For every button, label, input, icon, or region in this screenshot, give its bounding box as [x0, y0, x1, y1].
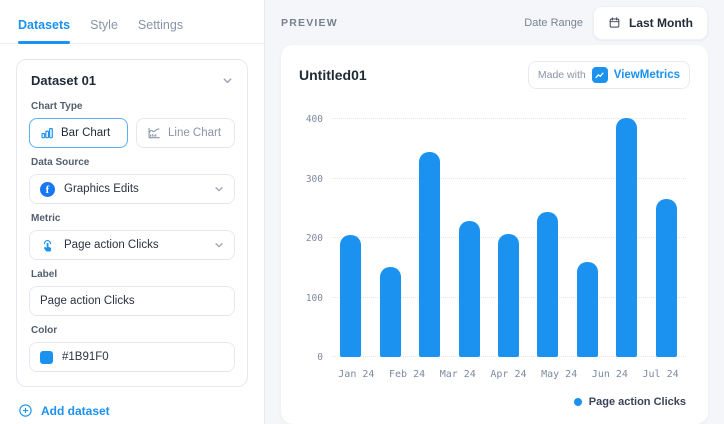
preview-header: PREVIEW Date Range Last Month [281, 0, 708, 45]
tap-click-icon [40, 238, 55, 253]
bar[interactable] [498, 234, 519, 357]
line-chart-button[interactable]: Line Chart [136, 118, 235, 148]
x-axis-tick: May 24 [541, 369, 577, 380]
bars-container [331, 119, 686, 357]
x-axis-tick: Feb 24 [389, 369, 425, 380]
label-input[interactable] [40, 295, 224, 307]
color-field-wrap [29, 342, 235, 372]
chart-type-row: Bar Chart Line Chart [29, 118, 235, 148]
metric-value: Page action Clicks [64, 239, 159, 251]
bar[interactable] [577, 262, 598, 357]
facebook-icon [40, 182, 55, 197]
preview-title: PREVIEW [281, 17, 338, 29]
color-field-label: Color [31, 325, 233, 336]
preview-panel: PREVIEW Date Range Last Month Untitled01… [264, 0, 724, 424]
plot-area: 0100200300400 [331, 119, 686, 357]
tab-datasets[interactable]: Datasets [18, 18, 70, 43]
x-axis-tick: Apr 24 [490, 369, 526, 380]
chart-legend[interactable]: Page action Clicks [299, 396, 686, 408]
color-swatch[interactable] [40, 351, 53, 364]
chart-type-label: Chart Type [31, 101, 233, 112]
bar-chart-icon [40, 126, 54, 140]
made-with-badge[interactable]: Made with ViewMetrics [528, 61, 690, 89]
config-sidebar: Datasets Style Settings Dataset 01 Chart… [0, 0, 264, 424]
y-axis-tick: 400 [299, 114, 323, 125]
y-axis-tick: 0 [299, 352, 323, 363]
plus-circle-icon [18, 403, 33, 418]
y-axis-tick: 300 [299, 174, 323, 185]
date-range-button[interactable]: Last Month [593, 6, 708, 40]
label-field-label: Label [31, 269, 233, 280]
bar[interactable] [656, 199, 677, 357]
date-range-value: Last Month [629, 16, 693, 30]
badge-prefix: Made with [538, 69, 586, 81]
bar[interactable] [380, 267, 401, 357]
bar[interactable] [616, 118, 637, 357]
metric-select[interactable]: Page action Clicks [29, 230, 235, 260]
chart-card-header: Untitled01 Made with ViewMetrics [299, 61, 690, 89]
bar[interactable] [459, 221, 480, 357]
calendar-icon [608, 16, 621, 29]
chevron-down-icon [214, 240, 224, 250]
date-range-group: Date Range Last Month [524, 6, 708, 40]
chart-card: Untitled01 Made with ViewMetrics 0100200… [281, 45, 708, 424]
metric-label: Metric [31, 213, 233, 224]
bar[interactable] [537, 212, 558, 357]
data-source-label: Data Source [31, 157, 233, 168]
data-source-value: Graphics Edits [64, 183, 139, 195]
bar-chart-button[interactable]: Bar Chart [29, 118, 128, 148]
add-dataset-button[interactable]: Add dataset [18, 403, 246, 418]
tab-settings[interactable]: Settings [138, 18, 183, 43]
x-axis-tick: Jan 24 [338, 369, 374, 380]
legend-dot-icon [574, 398, 582, 406]
x-axis-labels: Jan 24 Feb 24 Mar 24 Apr 24 May 24 Jun 24 Jul … [331, 369, 686, 380]
chevron-down-icon [222, 75, 233, 86]
line-chart-icon [147, 126, 161, 140]
x-axis-tick: Mar 24 [440, 369, 476, 380]
add-dataset-label: Add dataset [41, 404, 110, 418]
data-source-select[interactable]: Graphics Edits [29, 174, 235, 204]
x-axis-tick: Jul 24 [643, 369, 679, 380]
y-axis-tick: 200 [299, 233, 323, 244]
bar-chart-button-label: Bar Chart [61, 127, 110, 139]
line-chart-button-label: Line Chart [168, 127, 221, 139]
sidebar-tabs: Datasets Style Settings [0, 0, 264, 44]
x-axis-tick: Jun 24 [592, 369, 628, 380]
chart-title: Untitled01 [299, 67, 367, 83]
bar[interactable] [419, 152, 440, 357]
dataset-title: Dataset 01 [31, 73, 96, 88]
color-input[interactable] [62, 351, 224, 363]
date-range-label: Date Range [524, 17, 583, 29]
label-field-wrap [29, 286, 235, 316]
badge-brand: ViewMetrics [614, 69, 680, 81]
chevron-down-icon [214, 184, 224, 194]
dataset-panel-header[interactable]: Dataset 01 [29, 60, 235, 92]
tab-style[interactable]: Style [90, 18, 118, 43]
legend-label: Page action Clicks [589, 396, 686, 408]
y-axis-tick: 100 [299, 293, 323, 304]
dataset-panel: Dataset 01 Chart Type Bar Chart Line Cha… [16, 59, 248, 387]
viewmetrics-logo-icon [592, 67, 608, 83]
bar[interactable] [340, 235, 361, 357]
